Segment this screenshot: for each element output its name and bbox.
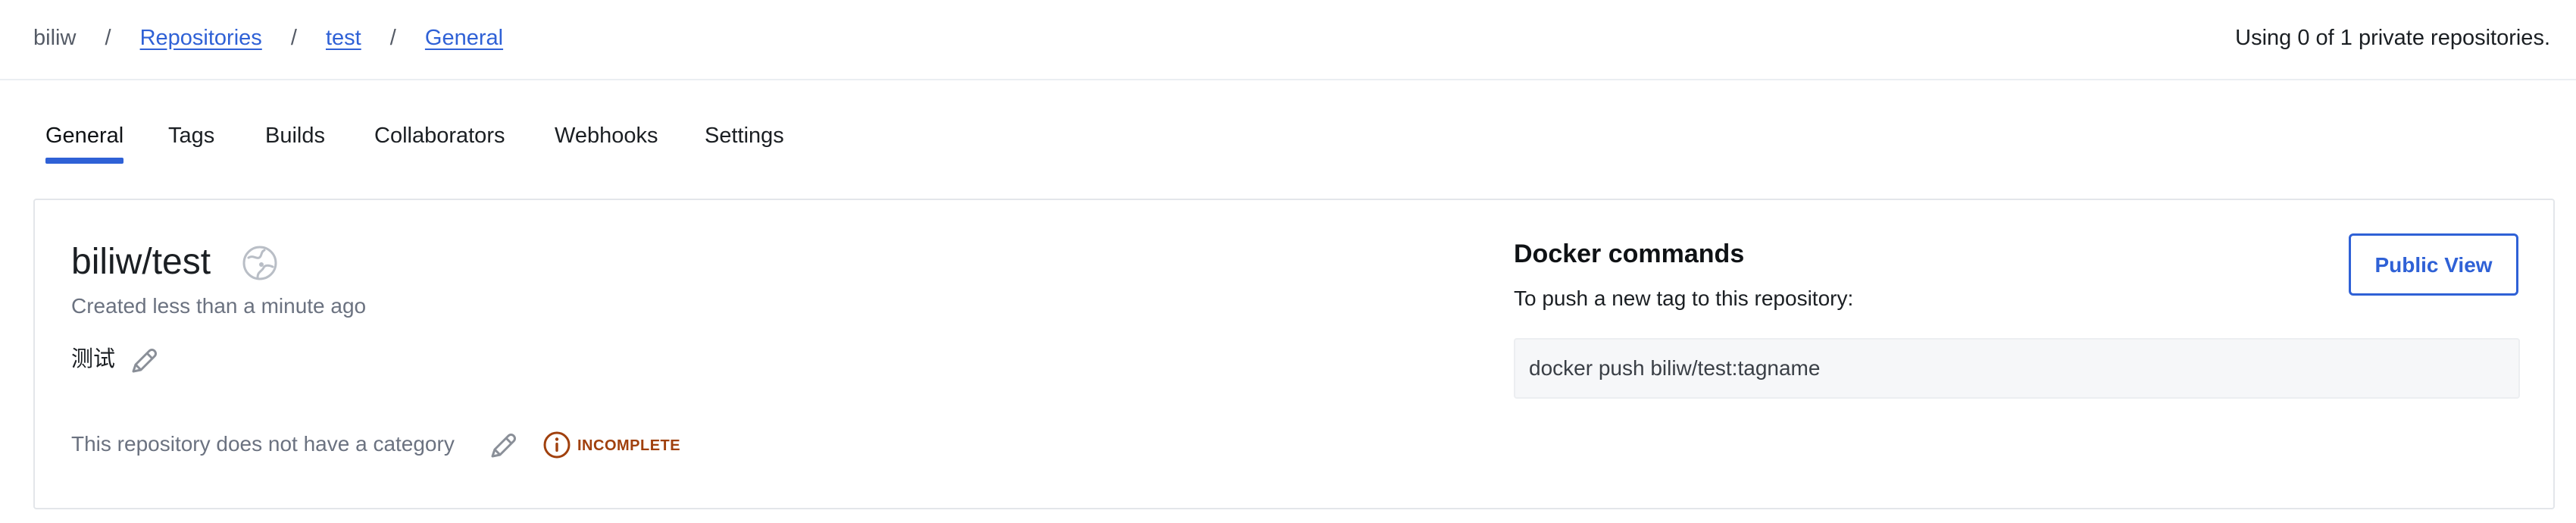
breadcrumb-separator: / [105,26,111,50]
private-repo-usage: Using 0 of 1 private repositories. [2235,26,2550,50]
public-view-button[interactable]: Public View [2349,233,2518,296]
repo-description: 测试 [71,347,116,371]
repo-general-card: biliw/test Created less than a minute ag… [33,199,2555,509]
tab-tags[interactable]: Tags [168,114,214,164]
category-text: This repository does not have a category [71,432,455,456]
globe-icon [242,246,277,280]
tab-settings[interactable]: Settings [705,114,784,164]
top-bar: biliw / Repositories / test / General Us… [0,0,2576,80]
tab-webhooks[interactable]: Webhooks [555,114,658,164]
repo-name: biliw/test [71,242,211,282]
docker-command-box[interactable]: docker push biliw/test:tagname [1514,338,2520,399]
breadcrumb-owner: biliw [33,26,77,50]
breadcrumb-separator: / [290,26,297,50]
info-icon [543,431,571,459]
breadcrumb: biliw / Repositories / test / General [33,23,503,53]
breadcrumb-link-repo[interactable]: test [326,23,361,53]
breadcrumb-link-general[interactable]: General [425,23,503,53]
docker-commands-subtitle: To push a new tag to this repository: [1514,287,1854,310]
status-badge-label: INCOMPLETE [577,437,681,454]
breadcrumb-link-repositories[interactable]: Repositories [140,23,262,53]
breadcrumb-separator: / [389,26,396,50]
tab-builds[interactable]: Builds [265,114,325,164]
created-time: Created less than a minute ago [71,294,367,318]
tab-collaborators[interactable]: Collaborators [374,114,505,164]
docker-commands-title: Docker commands [1514,240,1745,268]
pencil-icon[interactable] [486,429,520,462]
pencil-icon[interactable] [127,344,161,377]
tab-general[interactable]: General [45,114,124,164]
docker-push-command[interactable]: docker push biliw/test:tagname [1529,353,1820,384]
